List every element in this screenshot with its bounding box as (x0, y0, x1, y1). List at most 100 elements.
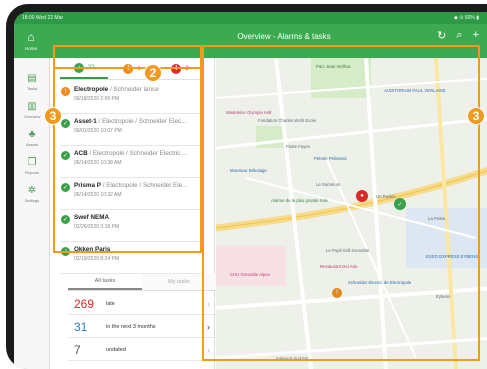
side-navigation: ▤ Tasks ▥ Overview ♣ Assets ❐ Reports ✲ … (14, 58, 50, 369)
map-label: Schneider Electric de Electropole (348, 280, 412, 285)
alarm-list-panel: ✓ 22 ! 1 ! 2 ! Electropole / Schneider l… (50, 58, 216, 369)
search-icon[interactable]: ⌕ (456, 29, 462, 42)
task-count: 7 (74, 342, 81, 357)
check-icon: ✓ (61, 119, 70, 128)
chevron-right-icon: › (207, 321, 210, 332)
item-name: Electropole (74, 86, 109, 93)
filter-ok[interactable]: ✓ 22 (60, 58, 108, 79)
chevron-right-icon: › (207, 344, 210, 355)
home-icon: ⌂ (27, 30, 35, 44)
item-path: / Electropole / Schneider Elec... (96, 118, 187, 125)
home-label: Home (24, 46, 37, 51)
check-icon: ✓ (61, 183, 70, 192)
task-row-upcoming[interactable]: 31 in the next 3 months › (68, 316, 216, 338)
task-label: late (106, 300, 115, 307)
task-row-late[interactable]: 269 late › (68, 293, 216, 315)
app-screen: 18:00 Wed 22 Mar ◆ ⊙ 60% ▮ ⌂ Home Overvi… (14, 12, 487, 369)
item-path: / Schneider (108, 86, 142, 93)
home-button[interactable]: ⌂ Home (20, 28, 42, 51)
map-label: AUDITORIUM PAUL VERLAINE (384, 88, 446, 93)
callout-badge-3-right: 3 (467, 107, 485, 125)
count-warning: 1 (137, 65, 141, 72)
ok-marker[interactable]: ✓ (394, 198, 406, 210)
list-item[interactable]: ✓ Asset-1 / Electropole / Schneider Elec… (60, 114, 204, 146)
map-label: Pétrole Pélissard (314, 156, 347, 161)
status-battery: ◆ ⊙ 60% ▮ (454, 15, 479, 21)
alarm-marker[interactable]: ● (356, 190, 368, 202)
callout-badge-3-left: 3 (44, 107, 62, 125)
nav-item-assets[interactable]: ♣ Assets (14, 128, 50, 156)
page-title: Overview - Alarms & tasks (237, 32, 331, 41)
refresh-icon[interactable]: ↻ (437, 29, 446, 42)
check-icon: ✓ (61, 215, 70, 224)
asset-list: ! Electropole / Schneider lance 09/18/20… (60, 82, 204, 274)
item-name: Prisma P (74, 182, 101, 189)
map-label: Alarme de la plus grande toile (271, 198, 328, 203)
nav-item-tasks[interactable]: ▤ Tasks (14, 72, 50, 100)
header-actions: ↻ ⌕ + (437, 29, 479, 42)
item-path: / Electropole / Schneider Electric ... (87, 150, 188, 157)
map-label: Poste Fayes (286, 144, 310, 149)
warning-icon: ! (61, 87, 70, 96)
list-item[interactable]: ✓ Swef NEMA 02/26/2020 3:18 PM (60, 210, 204, 242)
task-label: undated (106, 346, 126, 353)
map-label: La Posta (428, 216, 445, 221)
check-icon: ✓ (61, 151, 70, 160)
check-icon: ✓ (73, 62, 84, 73)
hierarchy-icon: ♣ (28, 129, 36, 140)
warning-marker[interactable]: ! (332, 288, 342, 298)
map-label: Restaurant Del Arte (320, 264, 358, 269)
map-label: Madeleine Olympia Hall (226, 110, 272, 115)
item-date: 02/19/2020 8:24 PM (74, 256, 120, 262)
item-name: Asset-1 (74, 118, 97, 125)
status-filter-tabs: ✓ 22 ! 1 ! 2 (60, 58, 204, 80)
status-time: 18:00 Wed 22 Mar (22, 15, 64, 21)
gear-icon: ✲ (27, 185, 37, 196)
map-label: CHU Grenoble Alpes (230, 272, 270, 277)
list-item[interactable]: ✓ Prisma P / Electropole / Schneider Ele… (60, 178, 204, 210)
map-label: Eybens (436, 294, 451, 299)
item-extra: lance (143, 86, 159, 93)
task-count: 269 (74, 296, 95, 311)
check-icon: ✓ (61, 247, 70, 256)
nav-label: Assets (25, 142, 38, 147)
item-name: Okken Paris (74, 246, 111, 253)
map-label: ESSO EXPRESS EYBENS (426, 254, 479, 259)
warning-icon: ! (123, 63, 134, 74)
list-item[interactable]: ✓ ACB / Electropole / Schneider Electric… (60, 146, 204, 178)
document-icon: ❐ (27, 157, 37, 168)
status-bar: 18:00 Wed 22 Mar ◆ ⊙ 60% ▮ (14, 12, 487, 24)
nav-label: Reports (24, 170, 39, 175)
map-label: Le Summum (316, 182, 341, 187)
item-date: 06/14/2020 10:32 AM (74, 192, 122, 198)
alarm-icon: ! (171, 63, 182, 74)
item-date: 09/01/2020 10:07 PM (74, 128, 122, 134)
list-item[interactable]: ✓ Okken Paris 02/19/2020 8:24 PM (60, 242, 204, 274)
count-ok: 22 (87, 64, 95, 71)
nav-item-reports[interactable]: ❐ Reports (14, 156, 50, 184)
task-row-undated[interactable]: 7 undated › (68, 339, 216, 361)
list-item[interactable]: ! Electropole / Schneider lance 09/18/20… (60, 82, 204, 114)
item-date: 09/18/2020 2:09 PM (74, 96, 120, 102)
map-label: Le Pupil Grill Grenoble (326, 248, 370, 253)
map-label: Fondation Charles Wohl Ecole (258, 118, 316, 123)
nav-label: Settings (24, 198, 40, 203)
tab-my-tasks[interactable]: My tasks (142, 274, 216, 290)
map-roads (216, 58, 487, 369)
item-name: Swef NEMA (74, 214, 109, 221)
map-label: Interscol Sud Est (276, 356, 309, 361)
item-date: 06/14/2020 10:38 AM (74, 160, 122, 166)
nav-label: Tasks (26, 86, 38, 91)
nav-item-settings[interactable]: ✲ Settings (14, 184, 50, 212)
count-alarm: 2 (185, 65, 189, 72)
add-icon[interactable]: + (473, 29, 479, 42)
map-label: Monsieur Brikolage (230, 168, 267, 173)
site-map[interactable]: Parc Jean Verlhac AUDITORIUM PAUL VERLAI… (216, 58, 487, 369)
clipboard-icon: ▤ (27, 73, 37, 84)
task-count: 31 (74, 319, 88, 334)
task-label: in the next 3 months (106, 323, 156, 330)
item-date: 02/26/2020 3:18 PM (74, 224, 120, 230)
filter-alarm[interactable]: ! 2 (156, 58, 204, 79)
tab-all-tasks[interactable]: All tasks (68, 274, 142, 290)
callout-badge-2: 2 (144, 64, 162, 82)
